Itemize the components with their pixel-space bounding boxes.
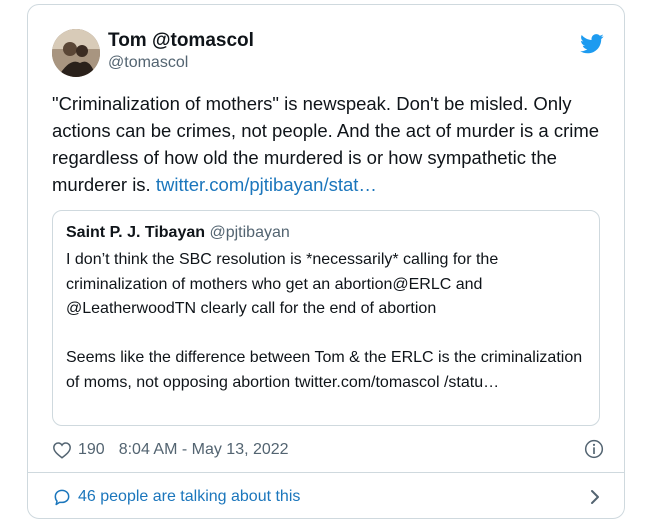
info-icon[interactable] xyxy=(584,439,604,459)
conversation-label: 46 people are talking about this xyxy=(78,488,301,505)
like-count[interactable]: 190 xyxy=(78,441,105,459)
author-handle[interactable]: @tomascol xyxy=(108,54,188,72)
conversation-link[interactable]: 46 people are talking about this xyxy=(52,485,602,509)
heart-icon[interactable] xyxy=(52,441,72,459)
timestamp[interactable]: 8:04 AM - May 13, 2022 xyxy=(119,441,289,459)
author-name[interactable]: Tom @tomascol xyxy=(108,30,254,52)
quoted-tweet[interactable]: Saint P. J. Tibayan @pjtibayan I don’t t… xyxy=(52,210,600,426)
tweet-card: Tom @tomascol @tomascol "Criminalization… xyxy=(27,4,625,519)
tweet-meta: 190 8:04 AM - May 13, 2022 xyxy=(52,438,604,462)
divider xyxy=(28,472,624,473)
chevron-right-icon[interactable] xyxy=(588,488,602,506)
tweet-link[interactable]: twitter.com/pjtibayan/stat… xyxy=(156,174,377,195)
quoted-author[interactable]: Saint P. J. Tibayan @pjtibayan xyxy=(66,224,290,242)
avatar[interactable] xyxy=(52,29,100,77)
quoted-author-name: Saint P. J. Tibayan xyxy=(66,224,206,241)
quoted-text: I don’t think the SBC resolution is *nec… xyxy=(66,251,583,391)
chat-bubble-icon xyxy=(54,489,70,506)
tweet-text: "Criminalization of mothers" is newspeak… xyxy=(52,90,612,198)
quoted-author-handle: @pjtibayan xyxy=(209,224,290,241)
twitter-bird-icon[interactable] xyxy=(580,33,604,55)
